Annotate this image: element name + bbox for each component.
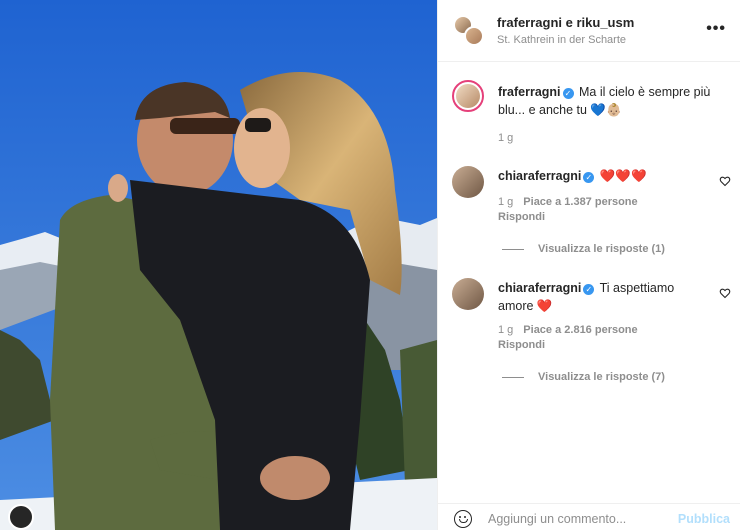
verified-icon: ✓: [583, 284, 595, 295]
comment-text-block: chiaraferragni ✓ ❤️❤️❤️: [498, 167, 713, 185]
view-replies-button[interactable]: Visualizza le risposte (7): [502, 371, 665, 383]
comment-time[interactable]: 1 g: [498, 324, 513, 336]
comment-meta: 1 g Piace a 1.387 persone: [498, 196, 638, 208]
avatar: [464, 26, 484, 46]
caption-meta: 1 g: [498, 132, 523, 144]
comment-time[interactable]: 1 g: [498, 196, 513, 208]
post-photo[interactable]: [0, 0, 437, 530]
coauthor-avatars[interactable]: [453, 15, 485, 47]
comment-composer: Pubblica: [438, 503, 740, 530]
comment-text-block: chiaraferragni ✓ Ti aspettiamo amore ❤️: [498, 279, 713, 315]
comment-text: ❤️❤️❤️: [599, 169, 647, 183]
comment-likes[interactable]: Piace a 2.816 persone: [523, 324, 637, 336]
caption-username[interactable]: fraferragni: [498, 85, 561, 99]
reply-button[interactable]: Rispondi: [498, 339, 545, 351]
comment-username[interactable]: chiaraferragni: [498, 169, 581, 183]
post-side-panel: fraferragni e riku_usm St. Kathrein in d…: [438, 0, 740, 530]
post-photo-image: [0, 0, 437, 530]
avatar[interactable]: [452, 166, 484, 198]
like-heart-icon[interactable]: [719, 287, 731, 299]
post-header: fraferragni e riku_usm St. Kathrein in d…: [438, 0, 740, 62]
verified-icon: ✓: [583, 172, 595, 183]
more-horizontal-icon[interactable]: •••: [706, 21, 726, 37]
reply-button[interactable]: Rispondi: [498, 211, 545, 223]
comment-username[interactable]: chiaraferragni: [498, 281, 581, 295]
verified-icon: ✓: [562, 88, 574, 99]
tagged-users-icon[interactable]: [8, 504, 34, 530]
post-location[interactable]: St. Kathrein in der Scharte: [497, 34, 626, 46]
view-replies-button[interactable]: Visualizza le risposte (1): [502, 243, 665, 255]
caption-text-block: fraferragni ✓ Ma il cielo è sempre più bl…: [498, 83, 713, 119]
view-replies-label: Visualizza le risposte (7): [538, 371, 665, 383]
comment-likes[interactable]: Piace a 1.387 persone: [523, 196, 637, 208]
caption-time[interactable]: 1 g: [498, 132, 513, 144]
comment-input[interactable]: [488, 509, 668, 529]
publish-button[interactable]: Pubblica: [678, 512, 730, 526]
comment-meta: 1 g Piace a 2.816 persone: [498, 324, 638, 336]
like-heart-icon[interactable]: [719, 175, 731, 187]
post-authors[interactable]: fraferragni e riku_usm: [497, 15, 634, 30]
avatar[interactable]: [452, 278, 484, 310]
avatar[interactable]: [452, 80, 484, 112]
emoji-icon[interactable]: [454, 510, 472, 528]
view-replies-label: Visualizza le risposte (1): [538, 243, 665, 255]
